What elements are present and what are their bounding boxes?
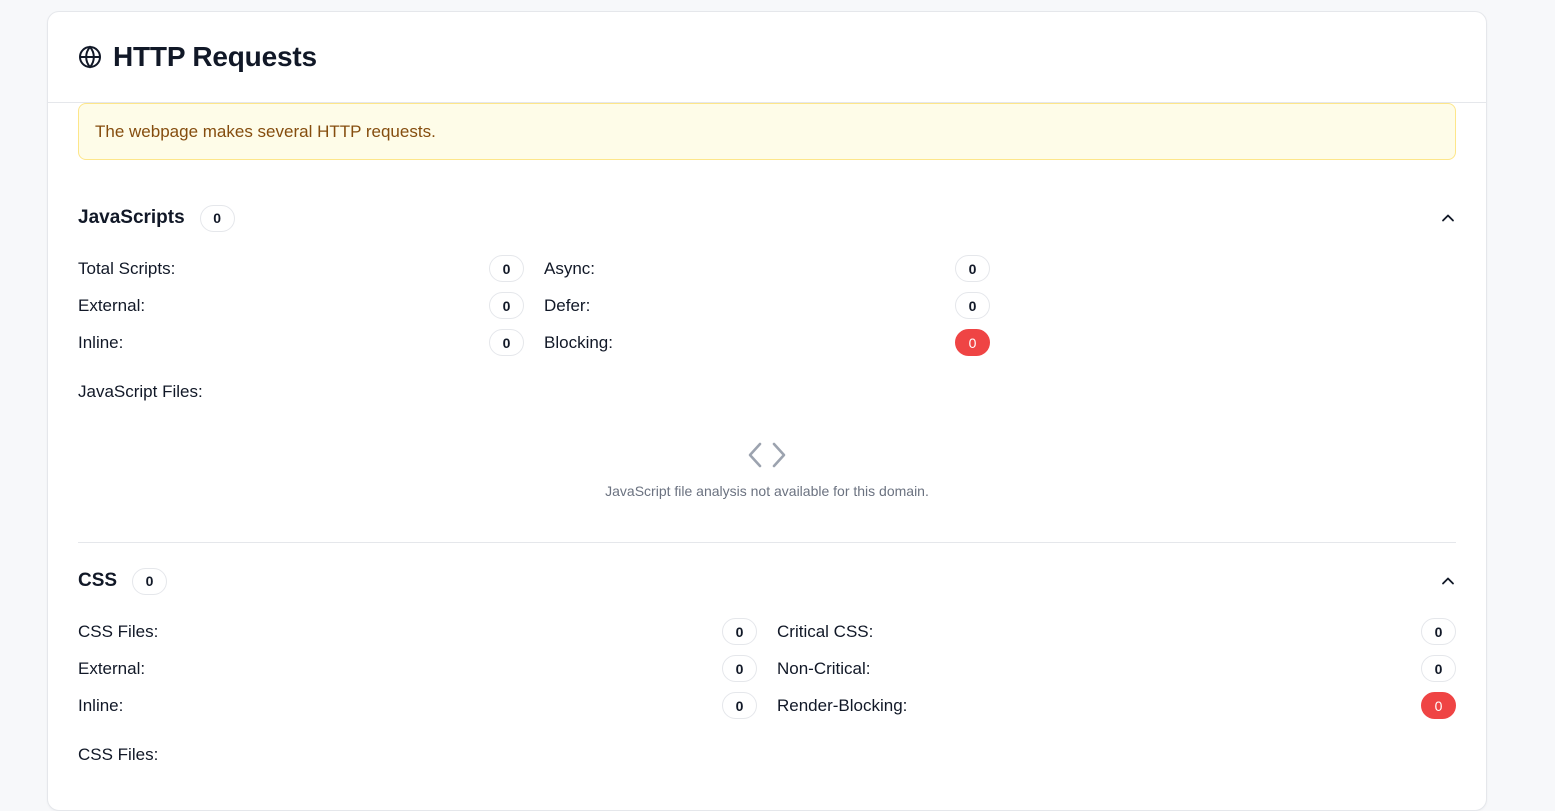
card-header: HTTP Requests (48, 12, 1486, 103)
code-icon (746, 441, 788, 469)
stat-external: External: 0 (78, 292, 524, 319)
stat-label: Inline: (78, 332, 124, 352)
stat-css-files: CSS Files: 0 (78, 618, 757, 645)
stat-value-badge: 0 (955, 292, 990, 319)
stat-value-badge-danger: 0 (955, 329, 990, 356)
stat-value-badge: 0 (489, 329, 524, 356)
stat-defer: Defer: 0 (544, 292, 990, 319)
stat-label: Async: (544, 258, 596, 278)
stat-label: Render-Blocking: (777, 695, 908, 715)
empty-state-text: JavaScript file analysis not available f… (605, 483, 929, 499)
stat-label: Defer: (544, 295, 591, 315)
stat-label: Inline: (78, 695, 124, 715)
stat-label: Total Scripts: (78, 258, 176, 278)
stat-value-badge: 0 (489, 255, 524, 282)
stat-async: Async: 0 (544, 255, 990, 282)
stat-inline: Inline: 0 (78, 329, 524, 356)
section-divider (78, 542, 1456, 543)
stat-label: CSS Files: (78, 621, 159, 641)
stat-css-external: External: 0 (78, 655, 757, 682)
stat-value-badge: 0 (955, 255, 990, 282)
javascript-files-empty-state: JavaScript file analysis not available f… (78, 441, 1456, 499)
css-files-label: CSS Files: (78, 745, 159, 764)
stat-value-badge: 0 (1421, 655, 1456, 682)
notice-banner: The webpage makes several HTTP requests. (78, 103, 1456, 160)
notice-text: The webpage makes several HTTP requests. (95, 121, 436, 141)
css-header[interactable]: CSS 0 (78, 566, 1456, 596)
stat-label: Blocking: (544, 332, 613, 352)
css-count-badge: 0 (132, 567, 168, 595)
stat-value-badge-danger: 0 (1421, 692, 1456, 719)
stat-value-badge: 0 (1421, 618, 1456, 645)
stat-value-badge: 0 (489, 292, 524, 319)
stat-value-badge: 0 (722, 655, 757, 682)
card-title: HTTP Requests (113, 41, 317, 72)
chevron-up-icon[interactable] (1440, 573, 1456, 589)
css-title: CSS (78, 570, 118, 591)
stat-blocking: Blocking: 0 (544, 329, 990, 356)
chevron-up-icon[interactable] (1440, 210, 1456, 226)
stat-label: External: (78, 295, 146, 315)
stat-label: Non-Critical: (777, 658, 871, 678)
globe-icon (78, 45, 102, 69)
http-requests-card: HTTP Requests The webpage makes several … (47, 11, 1487, 811)
stat-render-blocking: Render-Blocking: 0 (777, 692, 1456, 719)
javascripts-title: JavaScripts (78, 207, 185, 228)
stat-label: Critical CSS: (777, 621, 874, 641)
javascripts-header[interactable]: JavaScripts 0 (78, 203, 1456, 233)
stat-total-scripts: Total Scripts: 0 (78, 255, 524, 282)
stat-critical-css: Critical CSS: 0 (777, 618, 1456, 645)
css-section: CSS 0 CSS Files: 0 Critical CSS: 0 Exter… (78, 566, 1456, 765)
css-stats: CSS Files: 0 Critical CSS: 0 External: 0… (78, 613, 1456, 724)
stat-value-badge: 0 (722, 618, 757, 645)
javascript-files-label: JavaScript Files: (78, 382, 203, 401)
stat-css-inline: Inline: 0 (78, 692, 757, 719)
stat-non-critical: Non-Critical: 0 (777, 655, 1456, 682)
stat-label: External: (78, 658, 146, 678)
javascripts-section: JavaScripts 0 Total Scripts: 0 Async: 0 (78, 203, 1456, 499)
stat-value-badge: 0 (722, 692, 757, 719)
javascripts-stats: Total Scripts: 0 Async: 0 External: 0 De… (78, 250, 1456, 361)
javascripts-count-badge: 0 (199, 204, 235, 232)
